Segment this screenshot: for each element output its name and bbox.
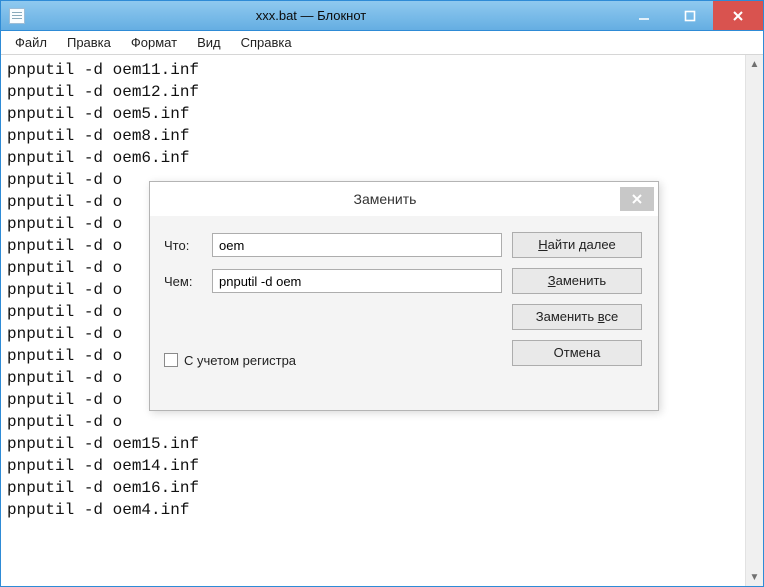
minimize-button[interactable] [621, 1, 667, 30]
menu-format[interactable]: Формат [123, 33, 185, 52]
dialog-body: Что: Найти далее Чем: Заменить Заменить … [150, 216, 658, 376]
notepad-window: xxx.bat — Блокнот Файл Правка Формат Вид… [0, 0, 764, 587]
scroll-down-icon[interactable]: ▼ [746, 568, 763, 586]
dialog-close-button[interactable] [620, 187, 654, 211]
menu-file[interactable]: Файл [7, 33, 55, 52]
title-bar: xxx.bat — Блокнот [1, 1, 763, 31]
find-label: Что: [164, 238, 202, 253]
menu-edit[interactable]: Правка [59, 33, 119, 52]
menu-help[interactable]: Справка [233, 33, 300, 52]
match-case-label: С учетом регистра [184, 353, 296, 368]
replace-label: Чем: [164, 274, 202, 289]
dialog-title-bar: Заменить [150, 182, 658, 216]
match-case-checkbox[interactable] [164, 353, 178, 367]
scroll-up-icon[interactable]: ▲ [746, 55, 763, 73]
notepad-icon [9, 8, 25, 24]
replace-input[interactable] [212, 269, 502, 293]
replace-dialog: Заменить Что: Найти далее Чем: Заменить … [149, 181, 659, 411]
vertical-scrollbar[interactable]: ▲ ▼ [745, 55, 763, 586]
menu-bar: Файл Правка Формат Вид Справка [1, 31, 763, 55]
dialog-title: Заменить [150, 191, 620, 207]
match-case-row: С учетом регистра [164, 353, 502, 368]
close-button[interactable] [713, 1, 763, 30]
window-title: xxx.bat — Блокнот [31, 8, 621, 23]
cancel-button[interactable]: Отмена [512, 340, 642, 366]
window-controls [621, 1, 763, 30]
replace-all-button[interactable]: Заменить все [512, 304, 642, 330]
find-input[interactable] [212, 233, 502, 257]
find-next-button[interactable]: Найти далее [512, 232, 642, 258]
menu-view[interactable]: Вид [189, 33, 229, 52]
maximize-button[interactable] [667, 1, 713, 30]
replace-button[interactable]: Заменить [512, 268, 642, 294]
